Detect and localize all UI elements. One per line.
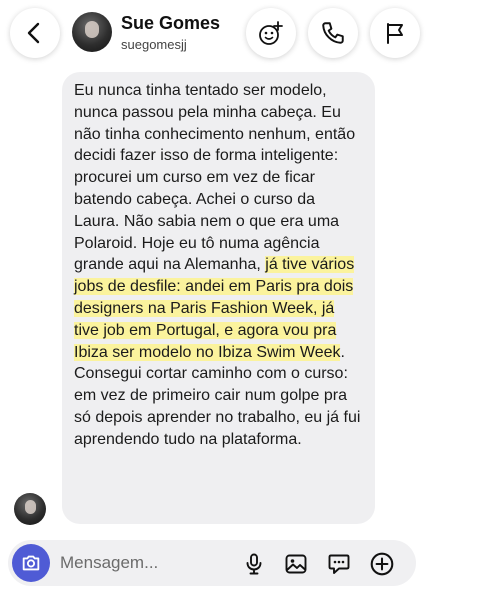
- contact-username[interactable]: suegomesjj: [121, 37, 187, 52]
- camera-icon: [22, 555, 40, 571]
- voice-button[interactable]: [240, 550, 268, 578]
- message-bubble[interactable]: Eu nunca tinha tentado ser modelo, nunca…: [62, 72, 375, 524]
- sticker-button[interactable]: [325, 550, 353, 578]
- message-text-part1: Eu nunca tinha tentado ser modelo, nunca…: [74, 82, 356, 274]
- effects-icon: [259, 21, 283, 45]
- gallery-button[interactable]: [282, 550, 310, 578]
- sender-avatar[interactable]: [14, 493, 46, 525]
- effects-button[interactable]: [246, 8, 296, 58]
- message-input[interactable]: [60, 552, 230, 574]
- phone-icon: [322, 22, 344, 44]
- plus-icon: [370, 552, 394, 576]
- back-button[interactable]: [10, 8, 60, 58]
- contact-name[interactable]: Sue Gomes: [121, 13, 220, 34]
- flag-icon: [387, 23, 403, 44]
- chat-header: Sue Gomes suegomesjj: [0, 0, 480, 66]
- message-text-part2: .: [340, 343, 345, 361]
- message-composer: [8, 540, 416, 586]
- microphone-icon: [246, 553, 262, 575]
- gallery-icon: [285, 554, 307, 574]
- report-button[interactable]: [370, 8, 420, 58]
- avatar[interactable]: [72, 12, 112, 52]
- message-text: Eu nunca tinha tentado ser modelo, nunca…: [74, 80, 361, 363]
- back-icon: [27, 22, 40, 44]
- plus-button[interactable]: [368, 550, 396, 578]
- camera-button[interactable]: [12, 544, 50, 582]
- message-text-paragraph-2: Consegui cortar caminho com o curso: em …: [74, 365, 361, 448]
- call-button[interactable]: [308, 8, 358, 58]
- sticker-icon: [328, 554, 350, 574]
